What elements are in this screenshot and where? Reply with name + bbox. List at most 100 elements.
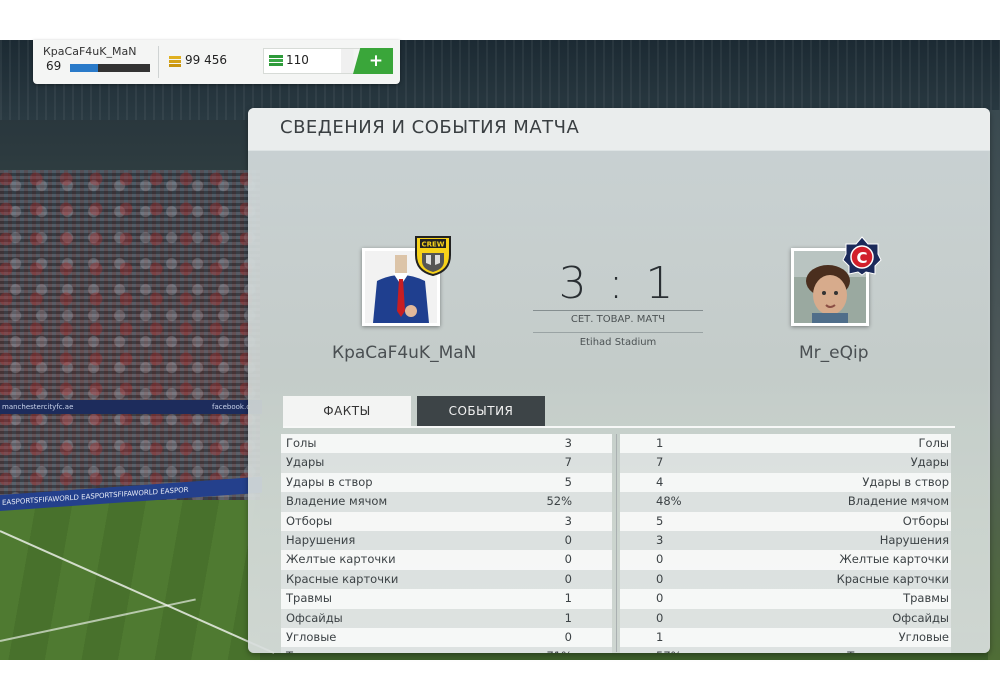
stat-row-home: Желтые карточки 0 xyxy=(281,550,612,570)
tab-facts[interactable]: ФАКТЫ xyxy=(283,396,411,426)
stat-row-away: 1 Голы xyxy=(620,434,951,454)
hoarding-top-right-text: facebook.c xyxy=(212,403,251,411)
stat-away-value: 0 xyxy=(656,571,664,586)
divider xyxy=(533,332,703,333)
stat-away-value: 0 xyxy=(656,591,664,606)
away-player-name: Mr_eQip xyxy=(799,343,869,363)
stat-home-value: 1 xyxy=(564,610,572,625)
stat-label: Травмы xyxy=(903,591,949,606)
stat-away-value: 57% xyxy=(656,647,682,653)
stat-away-value: 7 xyxy=(656,455,664,470)
coins-icon xyxy=(169,56,181,67)
stat-row-home: Владение мячом 52% xyxy=(281,492,612,512)
stat-label: Красные карточки xyxy=(286,571,399,586)
hoarding-top: manchestercityfc.ae facebook.c xyxy=(0,400,262,414)
stat-label: Нарушения xyxy=(286,532,356,547)
stat-row-home: Офсайды 1 xyxy=(281,608,612,628)
stat-label: Точность ударов xyxy=(847,647,949,653)
hoarding-top-text: manchestercityfc.ae xyxy=(2,403,74,411)
stat-row-away: 48% Владение мячом xyxy=(620,492,951,512)
points-balance: 110 xyxy=(286,53,309,67)
stat-away-value: 3 xyxy=(656,532,664,547)
stat-row-away: 7 Удары xyxy=(620,453,951,473)
stat-row-away: 3 Нарушения xyxy=(620,530,951,551)
stat-home-value: 5 xyxy=(564,474,572,489)
stat-row-away: 4 Удары в створ xyxy=(620,472,951,493)
stat-away-value: 4 xyxy=(656,474,664,489)
stat-label: Красные карточки xyxy=(836,571,949,586)
stat-row-home: Травмы 1 xyxy=(281,589,612,609)
home-stats-column: Голы 3 Удары 7 Удары в створ 5 Владение мячом 5… xyxy=(281,434,612,653)
stat-row-away: 0 Офсайды xyxy=(620,608,951,628)
stat-label: Угловые xyxy=(286,629,337,644)
stat-label: Отборы xyxy=(902,513,949,528)
home-player-name: КраСаF4uK_MaN xyxy=(332,343,477,363)
away-badge-text: C xyxy=(856,249,867,267)
stat-row-home: Удары 7 xyxy=(281,453,612,473)
home-badge-text: CREW xyxy=(421,241,444,249)
divider xyxy=(158,46,159,78)
stat-label: Офсайды xyxy=(892,610,949,625)
stat-label: Угловые xyxy=(898,629,949,644)
stat-home-value: 0 xyxy=(564,629,572,644)
tab-underline xyxy=(283,426,955,428)
stat-label: Удары в створ xyxy=(862,474,949,489)
stat-label: Владение мячом xyxy=(286,494,388,509)
stat-away-value: 48% xyxy=(656,494,682,509)
stat-label: Нарушения xyxy=(879,532,949,547)
stat-label: Травмы xyxy=(286,591,332,606)
stat-row-away: 1 Угловые xyxy=(620,627,951,648)
divider xyxy=(533,310,703,311)
stat-label: Желтые карточки xyxy=(839,552,949,567)
stat-row-away: 0 Желтые карточки xyxy=(620,550,951,570)
home-club-badge-icon: CREW xyxy=(415,236,451,277)
pitch xyxy=(0,500,260,660)
stat-away-value: 1 xyxy=(656,629,664,644)
stat-row-home: Отборы 3 xyxy=(281,511,612,531)
stat-label: Удары xyxy=(286,455,325,470)
stat-label: Офсайды xyxy=(286,610,343,625)
stat-home-value: 1 xyxy=(564,591,572,606)
stat-home-value: 52% xyxy=(546,494,572,509)
stats-table: Голы 3 Удары 7 Удары в створ 5 Владение мячом 5… xyxy=(276,434,962,653)
away-stats-column: 1 Голы 7 Удары 4 Удары в створ 48% Владение мяч… xyxy=(620,434,951,653)
stat-home-value: 7 xyxy=(564,455,572,470)
xp-progress-bar xyxy=(70,64,150,72)
stat-row-home: Красные карточки 0 xyxy=(281,569,612,590)
match-details-panel: СВЕДЕНИЯ И СОБЫТИЯ МАТЧА CREW C КраСаF4u… xyxy=(248,108,990,653)
stat-label: Отборы xyxy=(286,513,333,528)
stat-row-home: Голы 3 xyxy=(281,434,612,454)
stat-row-home: Угловые 0 xyxy=(281,627,612,648)
xp-progress-fill xyxy=(70,64,98,72)
stat-home-value: 71% xyxy=(546,647,572,653)
stat-label: Точность ударов xyxy=(286,647,388,653)
stat-label: Владение мячом xyxy=(847,494,949,509)
user-name: КраСаF4uK_MaN xyxy=(43,45,137,58)
stats-divider xyxy=(616,434,617,652)
stat-row-home: Точность ударов 71% xyxy=(281,647,612,653)
stat-row-home: Удары в створ 5 xyxy=(281,472,612,493)
coins-balance: 99 456 xyxy=(185,53,227,67)
stat-home-value: 3 xyxy=(564,436,572,450)
stat-label: Удары в створ xyxy=(286,474,373,489)
panel-body: CREW C КраСаF4uK_MaN Mr_eQip 3 : 1 СЕТ. … xyxy=(248,150,990,653)
stat-away-value: 0 xyxy=(656,552,664,567)
stat-home-value: 0 xyxy=(564,571,572,586)
stat-home-value: 3 xyxy=(564,513,572,528)
crowd-stands xyxy=(0,170,260,500)
match-type: СЕТ. ТОВАР. МАТЧ xyxy=(570,314,666,325)
cursor-trail-icon xyxy=(6,652,46,660)
stadium-name: Etihad Stadium xyxy=(579,337,657,348)
stat-label: Голы xyxy=(918,436,949,450)
away-club-badge-icon: C xyxy=(842,236,882,276)
stat-away-value: 5 xyxy=(656,513,664,528)
stat-home-value: 0 xyxy=(564,552,572,567)
stat-label: Голы xyxy=(286,436,317,450)
stat-away-value: 0 xyxy=(656,610,664,625)
user-bar: КраСаF4uK_MaN 69 99 456 110 + xyxy=(33,40,400,84)
stat-row-away: 57% Точность ударов xyxy=(620,647,951,653)
tab-events[interactable]: СОБЫТИЯ xyxy=(417,396,545,426)
panel-title: СВЕДЕНИЯ И СОБЫТИЯ МАТЧА xyxy=(280,117,580,138)
stat-row-away: 0 Красные карточки xyxy=(620,569,951,590)
stat-label: Желтые карточки xyxy=(286,552,396,567)
